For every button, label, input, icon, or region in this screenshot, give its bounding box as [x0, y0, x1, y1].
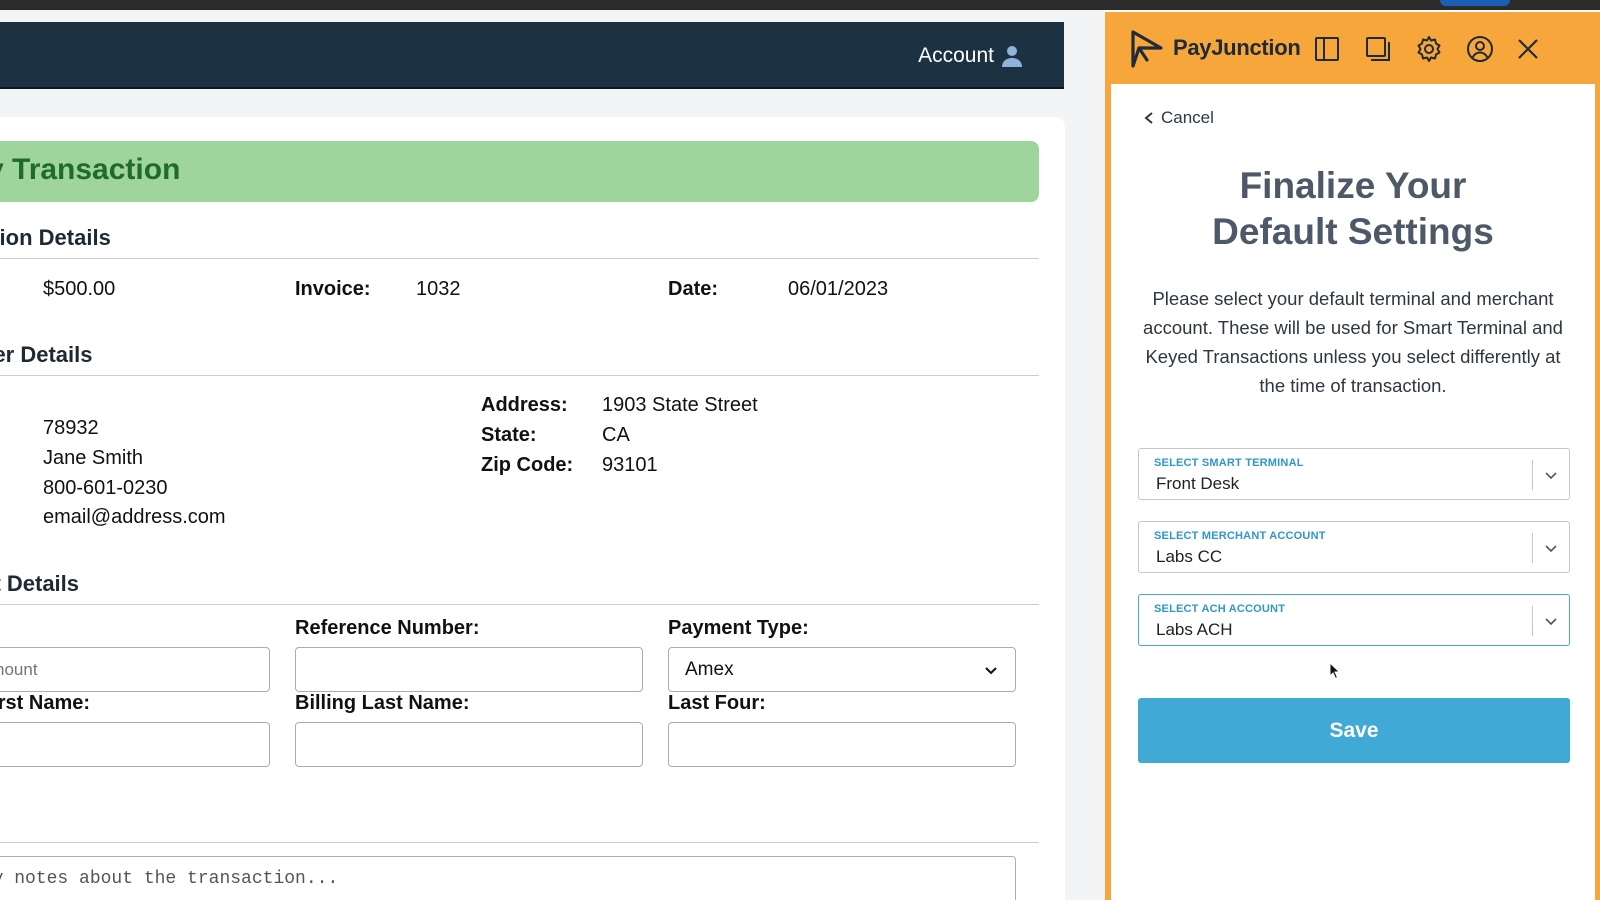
zip-label: Zip Code:	[481, 454, 574, 476]
chevron-down-icon	[1545, 618, 1557, 626]
merchant-account-select[interactable]: SELECT MERCHANT ACCOUNT Labs CC	[1138, 521, 1570, 573]
sidebar-layout-icon	[1315, 37, 1339, 61]
payjunction-logo-icon	[1131, 30, 1163, 68]
page-title: y Transaction	[0, 153, 181, 186]
account-label: Account	[918, 44, 994, 67]
date-label: Date:	[668, 278, 719, 300]
invoice-value: 1032	[416, 278, 461, 300]
brand-name: PayJunction	[1173, 35, 1301, 60]
settings-button[interactable]	[1414, 34, 1444, 64]
ach-account-label: SELECT ACH ACCOUNT	[1154, 603, 1286, 615]
popout-window-icon	[1366, 37, 1390, 61]
zip-value: 93101	[602, 454, 658, 476]
divider	[0, 375, 1039, 376]
customer-phone-value: 800-601-0230	[43, 477, 168, 499]
profile-button[interactable]	[1465, 34, 1495, 64]
billing-first-name-input[interactable]	[0, 722, 270, 767]
browser-tab-indicator	[1440, 0, 1510, 6]
invoice-label: Invoice:	[295, 278, 371, 300]
page-banner: y Transaction	[0, 141, 1039, 202]
select-separator	[1532, 460, 1533, 490]
payment-details-heading: nt Details	[0, 571, 80, 596]
last-four-label: Last Four:	[668, 692, 766, 714]
panel-header: PayJunction	[1105, 12, 1600, 84]
state-label: State:	[481, 424, 537, 446]
state-value: CA	[602, 424, 630, 446]
merchant-account-label: SELECT MERCHANT ACCOUNT	[1154, 530, 1326, 542]
close-panel-button[interactable]	[1513, 34, 1543, 64]
account-link[interactable]: Account	[918, 44, 1024, 68]
billing-last-name-input[interactable]	[295, 722, 643, 767]
panel-title-line1: Finalize Your	[1239, 165, 1467, 206]
smart-terminal-select[interactable]: SELECT SMART TERMINAL Front Desk	[1138, 448, 1570, 500]
customer-number-value: 78932	[43, 417, 99, 439]
browser-top-strip	[0, 0, 1600, 10]
amount-value: $500.00	[43, 278, 116, 300]
smart-terminal-value: Front Desk	[1156, 474, 1240, 493]
cancel-link[interactable]: Cancel	[1143, 108, 1214, 128]
panel-title-line2: Default Settings	[1212, 211, 1494, 252]
ach-account-select[interactable]: SELECT ACH ACCOUNT Labs ACH	[1138, 594, 1570, 646]
transaction-card: y Transaction ction Details : $500.00 In…	[0, 117, 1065, 900]
payjunction-panel: PayJunction Cancel Finalize Your Default…	[1105, 12, 1600, 900]
settings-form: Cancel Finalize Your Default Settings Pl…	[1111, 84, 1595, 900]
billing-last-name-label: Billing Last Name:	[295, 692, 470, 714]
notes-textarea[interactable]: any notes about the transaction...	[0, 856, 1016, 900]
sidebar-layout-button[interactable]	[1312, 34, 1342, 64]
app-header: Account	[0, 22, 1064, 89]
user-circle-icon	[1467, 36, 1493, 62]
user-icon	[1002, 46, 1022, 67]
payment-type-select[interactable]: Amex	[668, 647, 1016, 692]
address-label: Address:	[481, 394, 568, 416]
popout-window-button[interactable]	[1363, 34, 1393, 64]
mouse-cursor-icon	[1329, 662, 1341, 680]
transaction-app: Account y Transaction ction Details : $5…	[0, 10, 1105, 900]
last-four-input[interactable]	[668, 722, 1016, 767]
reference-number-label: Reference Number:	[295, 617, 480, 639]
payjunction-logo: PayJunction	[1125, 26, 1301, 70]
ach-account-value: Labs ACH	[1156, 620, 1233, 639]
chevron-left-icon	[1144, 112, 1153, 124]
divider	[0, 842, 1039, 843]
chevron-down-icon	[1545, 545, 1557, 553]
date-value: 06/01/2023	[788, 278, 889, 300]
select-separator	[1532, 533, 1533, 563]
divider	[0, 604, 1039, 605]
chevron-down-icon	[985, 666, 997, 674]
cancel-label: Cancel	[1161, 108, 1214, 127]
payment-type-label: Payment Type:	[668, 617, 809, 639]
payment-type-value: Amex	[685, 658, 734, 680]
smart-terminal-label: SELECT SMART TERMINAL	[1154, 457, 1304, 469]
customer-name-value: Jane Smith	[43, 447, 144, 469]
panel-description: Please select your default terminal and …	[1143, 288, 1563, 396]
gear-icon	[1417, 36, 1441, 62]
close-icon	[1518, 39, 1538, 59]
address-value: 1903 State Street	[602, 394, 758, 416]
reference-number-input[interactable]	[295, 647, 643, 692]
customer-email-value: email@address.com	[43, 506, 226, 528]
divider	[0, 258, 1039, 259]
chevron-down-icon	[1545, 472, 1557, 480]
transaction-details-heading: ction Details	[0, 225, 111, 250]
customer-details-heading: ner Details	[0, 342, 93, 367]
payment-amount-input[interactable]: nount	[0, 647, 270, 692]
select-separator	[1532, 606, 1533, 636]
save-button[interactable]: Save	[1138, 698, 1570, 763]
billing-first-name-label: First Name:	[0, 692, 91, 714]
merchant-account-value: Labs CC	[1156, 547, 1223, 566]
